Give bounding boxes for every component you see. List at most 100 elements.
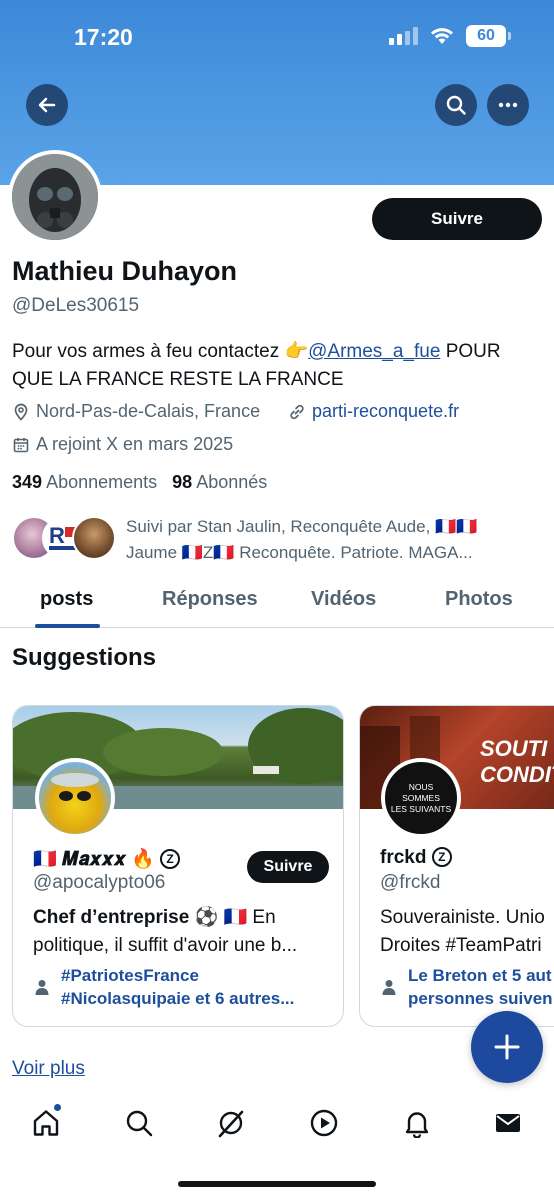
person-icon (35, 980, 49, 995)
card-banner-text-line-2: CONDITI (480, 762, 554, 787)
followed-by-line-2: Jaume 🇫🇷Z🇫🇷 Reconquête. Patriote. MAGA..… (126, 543, 473, 562)
link-icon (290, 404, 304, 419)
calendar-icon (13, 437, 29, 452)
following-label: Abonnements (46, 472, 158, 492)
card-bio-line-2: Droites #TeamPatri (380, 935, 542, 956)
card-bio-line-1: Souverainiste. Unio (380, 907, 545, 928)
mail-icon (496, 1114, 520, 1132)
following-count: 349 (12, 472, 43, 492)
search-button[interactable] (435, 84, 477, 126)
card-handle: @apocalypto06 (33, 872, 166, 893)
svg-text:R: R (49, 523, 65, 548)
card-avatar (35, 758, 115, 838)
arrow-left-icon (38, 97, 56, 113)
see-more-link[interactable]: Voir plus (12, 1058, 85, 1080)
home-indicator (178, 1181, 376, 1187)
card-banner-text-line-1: SOUTI (480, 736, 548, 761)
nav-videos[interactable] (306, 1105, 342, 1141)
wifi-icon (431, 28, 453, 44)
card-bio-bold: Chef d’entreprise ⚽️ 🇫🇷 (33, 907, 248, 928)
status-icons: 60 (389, 25, 511, 47)
gas-mask-avatar-image (12, 154, 98, 240)
tab-photos[interactable]: Photos (445, 588, 513, 611)
card-follow-button[interactable]: Suivre (247, 851, 329, 883)
card-avatar-text-2: SOMMES (402, 792, 440, 803)
grok-icon (218, 1110, 244, 1138)
profile-tabs: posts Réponses Vidéos Photos (0, 580, 554, 628)
search-icon (446, 95, 466, 115)
profile-bio: Pour vos armes à feu contactez 👉@Armes_a… (12, 338, 542, 394)
card-foot-line-2: personnes suiven (408, 989, 553, 1008)
following-link[interactable]: 349 Abonnements (12, 472, 157, 492)
card-avatar-text-3: LES SUIVANTS (390, 803, 452, 814)
card-foot-line-2: #Nicolasquipaie et 6 autres... (61, 989, 295, 1008)
profile-location: Nord-Pas-de-Calais, France (12, 401, 260, 422)
suggestion-card[interactable]: SOUTI CONDITI NOUS SOMMES LES SUIVANTS f… (359, 705, 554, 1027)
followed-by-avatars[interactable]: R (12, 516, 116, 562)
plus-icon (494, 1034, 520, 1060)
followers-link[interactable]: 98 Abonnés (172, 472, 267, 492)
bio-mention-link[interactable]: @Armes_a_fue (308, 341, 440, 362)
card-bio-rest: En (247, 907, 276, 928)
card-name-text: frckd (380, 847, 427, 868)
bell-icon (405, 1112, 429, 1138)
battery-icon: 60 (466, 25, 511, 47)
card-social-context: Le Breton et 5 aut personnes suiven (380, 964, 553, 1010)
card-name: frckd Z (380, 847, 452, 869)
follow-counts: 349 Abonnements 98 Abonnés (12, 472, 267, 493)
z-badge-icon: Z (160, 849, 181, 869)
bottom-navigation (0, 1095, 554, 1155)
followed-by-line-1: Suivi par Stan Jaulin, Reconquête Aude, … (126, 517, 478, 536)
card-banner-text: SOUTI CONDITI (480, 736, 554, 788)
card-foot-line-1: Le Breton et 5 aut (408, 966, 552, 985)
followed-by-text[interactable]: Suivi par Stan Jaulin, Reconquête Aude, … (126, 514, 546, 566)
home-icon (33, 1110, 59, 1136)
location-pin-icon (14, 403, 28, 421)
signal-icon (389, 27, 418, 45)
more-horizontal-icon (498, 102, 518, 108)
person-icon (382, 980, 396, 995)
follow-button[interactable]: Suivre (372, 198, 542, 240)
card-avatar-text-1: NOUS (408, 781, 434, 792)
back-button[interactable] (26, 84, 68, 126)
profile-handle: @DeLes30615 (12, 295, 140, 316)
card-name-text: 🇫🇷 𝑴𝒂𝒙𝒙𝒙 🔥 (33, 849, 155, 870)
bio-text-start: Pour vos armes à feu contactez 👉 (12, 341, 309, 362)
play-icon (310, 1109, 338, 1137)
nav-messages[interactable] (490, 1105, 526, 1141)
joined-text: A rejoint X en mars 2025 (36, 434, 234, 454)
tab-replies[interactable]: Réponses (162, 588, 258, 611)
card-bio: Chef d’entreprise ⚽️ 🇫🇷 En politique, il… (33, 904, 333, 960)
nav-notifications[interactable] (399, 1105, 435, 1141)
search-icon (126, 1110, 153, 1137)
z-badge-icon: Z (431, 847, 452, 867)
card-social-context: #PatriotesFrance #Nicolasquipaie et 6 au… (33, 964, 294, 1010)
location-text: Nord-Pas-de-Calais, France (36, 401, 261, 421)
tab-posts[interactable]: posts (40, 588, 93, 611)
card-bio-line-2: politique, il suffit d'avoir une b... (33, 935, 298, 956)
card-name: 🇫🇷 𝑴𝒂𝒙𝒙𝒙 🔥 Z (33, 847, 181, 871)
profile-joined: A rejoint X en mars 2025 (12, 434, 233, 455)
suggestions-title: Suggestions (12, 644, 157, 671)
card-handle: @frckd (380, 872, 441, 893)
home-unread-dot (54, 1104, 61, 1111)
card-foot-line-1: #PatriotesFrance (61, 966, 199, 985)
nav-search[interactable] (121, 1105, 157, 1141)
profile-avatar[interactable] (8, 150, 102, 244)
followers-label: Abonnés (196, 472, 268, 492)
follower-avatar (72, 516, 116, 560)
profile-website[interactable]: parti-reconquete.fr (288, 401, 459, 422)
tab-videos[interactable]: Vidéos (311, 588, 376, 611)
sunflower-avatar-image (51, 773, 99, 801)
active-tab-indicator (35, 624, 100, 628)
status-time: 17:20 (74, 24, 133, 50)
card-bio: Souverainiste. Unio Droites #TeamPatri (380, 904, 554, 960)
card-avatar: NOUS SOMMES LES SUIVANTS (381, 758, 461, 838)
more-button[interactable] (487, 84, 529, 126)
website-link[interactable]: parti-reconquete.fr (312, 401, 459, 422)
suggestion-card[interactable]: 🇫🇷 𝑴𝒂𝒙𝒙𝒙 🔥 Z @apocalypto06 Suivre Chef d… (12, 705, 344, 1027)
nav-grok[interactable] (213, 1105, 249, 1141)
profile-name: Mathieu Duhayon (12, 256, 238, 286)
followers-count: 98 (172, 472, 193, 492)
compose-post-button[interactable] (471, 1011, 543, 1083)
